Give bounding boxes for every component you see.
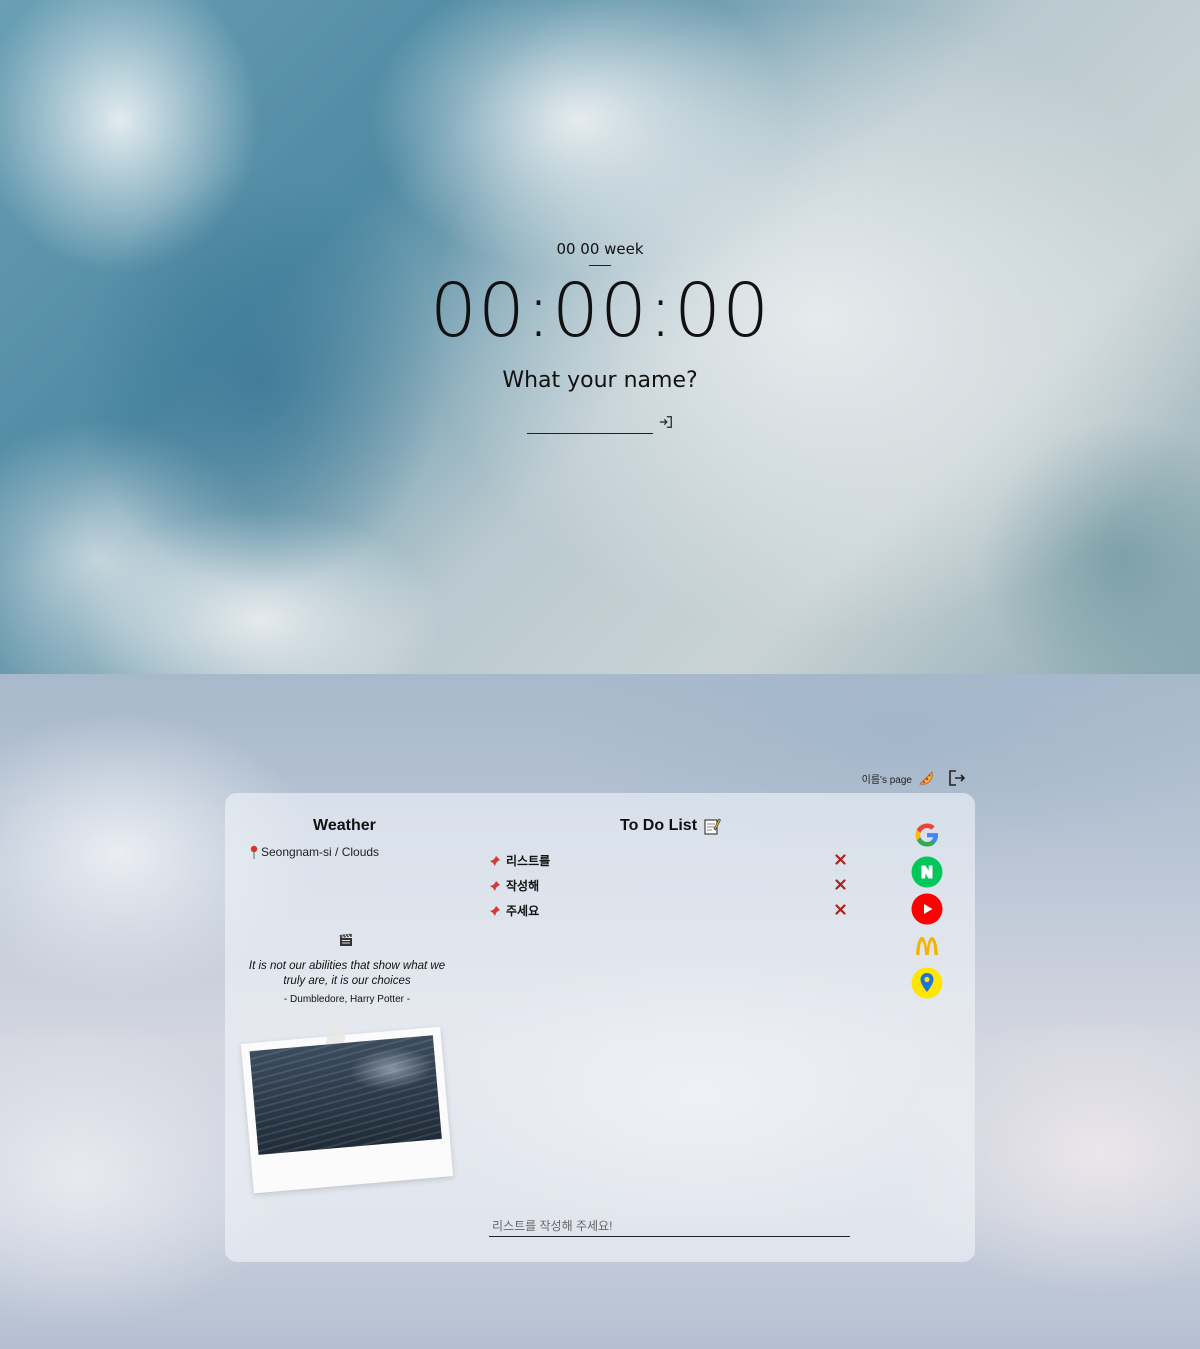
login-icon[interactable] <box>659 415 673 429</box>
todo-item-text: 작성해 <box>506 879 540 893</box>
dashboard-card: Weather Seongnam-si / Clouds It is not o… <box>225 793 975 1262</box>
todo-item-text: 리스트를 <box>506 854 551 868</box>
mcdonalds-icon[interactable] <box>911 930 943 962</box>
weather-info: Seongnam-si / Clouds <box>249 845 379 859</box>
logout-icon[interactable] <box>948 769 966 787</box>
map-pin-icon[interactable] <box>911 967 943 999</box>
pushpin-icon <box>490 855 500 866</box>
todo-item: 주세요 <box>489 898 849 923</box>
name-form <box>527 412 677 436</box>
todo-title: To Do List <box>620 817 721 835</box>
location-pin-icon <box>250 845 258 859</box>
delete-icon[interactable] <box>835 904 846 915</box>
pushpin-icon <box>490 880 500 891</box>
weather-location: Seongnam-si / Clouds <box>261 845 380 859</box>
todo-list: 리스트를 작성해 주세요 <box>489 848 849 923</box>
clock-area: 00 00 week 00:00:00 What your name? <box>0 240 1200 393</box>
weather-title: Weather <box>313 817 376 834</box>
user-page-label: 이름's page <box>861 774 912 786</box>
quote-author: - Dumbledore, Harry Potter - <box>283 994 411 1005</box>
delete-icon[interactable] <box>835 854 846 865</box>
quote-text: It is not our abilities that show what w… <box>248 960 446 987</box>
todo-input[interactable] <box>489 1215 850 1237</box>
youtube-icon[interactable] <box>911 893 943 925</box>
name-input[interactable] <box>527 412 653 434</box>
todo-title-text: To Do List <box>620 817 698 834</box>
name-question: What your name? <box>502 368 698 393</box>
clapperboard-icon <box>339 933 352 946</box>
polaroid-photo <box>240 1022 454 1194</box>
user-bar: 이름's page <box>862 768 966 788</box>
todo-item: 작성해 <box>489 873 849 898</box>
lock-screen: 00 00 week 00:00:00 What your name? <box>0 0 1200 674</box>
clock: 00:00:00 <box>429 268 771 354</box>
ocean-image <box>249 1035 442 1155</box>
todo-item: 리스트를 <box>489 848 849 873</box>
google-icon[interactable] <box>911 819 943 851</box>
quick-links <box>911 819 945 1004</box>
delete-icon[interactable] <box>835 879 846 890</box>
memo-icon <box>704 818 721 835</box>
dashboard: 이름's page Weather Seongnam-si / Clouds I… <box>0 674 1200 1349</box>
todo-item-text: 주세요 <box>506 904 540 918</box>
pizza-icon <box>918 770 933 785</box>
naver-icon[interactable] <box>911 856 943 888</box>
pushpin-icon <box>490 905 500 916</box>
date-text: 00 00 week <box>556 240 644 266</box>
